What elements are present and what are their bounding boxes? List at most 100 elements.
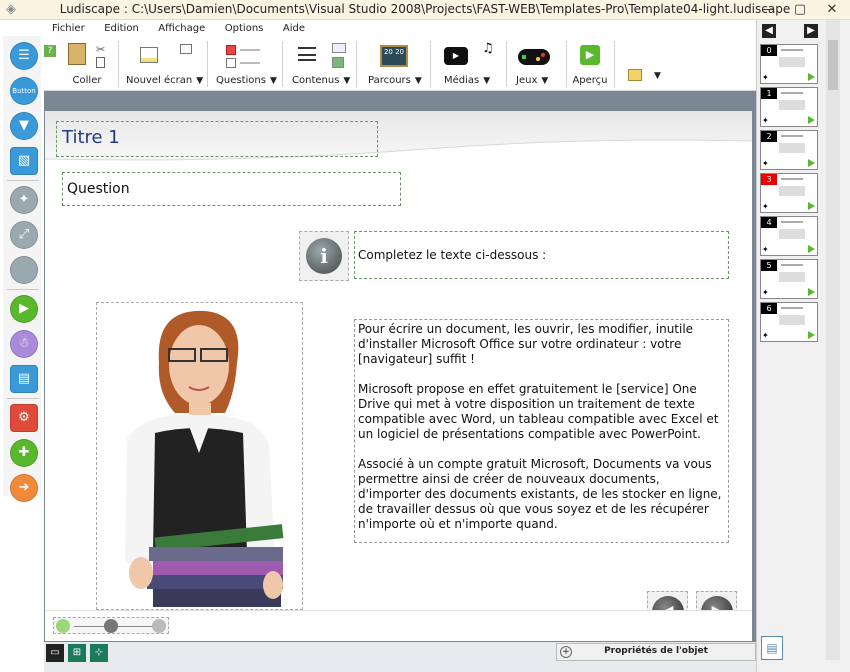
play-slide-icon[interactable] xyxy=(808,73,815,81)
play-slide-icon[interactable] xyxy=(808,202,815,210)
page-title[interactable]: Titre 1 xyxy=(62,127,120,148)
menu-aide[interactable]: Aide xyxy=(275,21,313,37)
games-button[interactable]: Jeux ▼ xyxy=(514,39,562,89)
play-slide-icon[interactable] xyxy=(808,331,815,339)
new-screen-icon xyxy=(140,47,158,63)
slide-thumbnail-2[interactable]: 2 ✦ xyxy=(760,130,818,170)
list-line-icon xyxy=(240,49,260,51)
gear-icon: ⚙ xyxy=(18,410,30,425)
questions-button[interactable]: Questions ▼ xyxy=(212,39,278,89)
gamepad-icon xyxy=(518,49,550,65)
ribbon-separator xyxy=(430,41,431,87)
toolbox-separator xyxy=(7,289,39,290)
progress-control[interactable] xyxy=(53,617,169,634)
progress-knob[interactable] xyxy=(104,619,118,633)
media-dropdown-icon[interactable]: ▼ xyxy=(483,76,490,86)
ribbon-separator xyxy=(566,41,567,87)
window-title: Ludiscape : C:\Users\Damien\Documents\Vi… xyxy=(59,2,791,16)
play-slide-icon[interactable] xyxy=(808,245,815,253)
slides-scroll-thumb[interactable] xyxy=(828,40,838,90)
checkbox-icon xyxy=(226,45,236,55)
close-button[interactable]: ✕ xyxy=(816,0,848,20)
slide-thumbnail-6[interactable]: 6 ✦ xyxy=(760,302,818,342)
question-text[interactable]: Question xyxy=(67,181,130,197)
body-text[interactable]: Pour écrire un document, les ouvrir, les… xyxy=(358,322,726,547)
wand-tool[interactable]: ✦ xyxy=(10,186,38,214)
woman-binders-image[interactable] xyxy=(96,302,303,610)
menu-options[interactable]: Options xyxy=(217,21,272,37)
menu-affichage[interactable]: Affichage xyxy=(150,21,213,37)
shape-tool[interactable] xyxy=(10,256,38,284)
image-icon xyxy=(332,57,344,68)
games-label: Jeux xyxy=(516,75,538,86)
ribbon-separator xyxy=(282,41,283,87)
marker-tool[interactable]: ▼ xyxy=(10,112,38,140)
comment-icon[interactable]: ▤ xyxy=(761,636,783,660)
slide-thumbnail-0[interactable]: 0 ✦ xyxy=(760,44,818,84)
script-button[interactable]: ▼ xyxy=(622,39,664,89)
contents-dropdown-icon[interactable]: ▼ xyxy=(343,76,350,86)
slides-next-button[interactable]: ▶ xyxy=(804,24,818,38)
puzzle-tool[interactable]: ✚ xyxy=(10,439,38,467)
games-dropdown-icon[interactable]: ▼ xyxy=(541,76,548,86)
pin-icon: ✦ xyxy=(762,73,769,82)
slides-prev-button[interactable]: ◀ xyxy=(762,24,776,38)
new-screen-dropdown-icon[interactable]: ▼ xyxy=(196,76,203,86)
slide-thumbnail-5[interactable]: 5 ✦ xyxy=(760,259,818,299)
preview-label: Aperçu xyxy=(572,75,608,86)
slide-number: 0 xyxy=(761,45,777,56)
preview-button[interactable]: ▶ Aperçu xyxy=(570,39,610,89)
next-tool[interactable]: ➜ xyxy=(10,474,38,502)
pin-icon: ✦ xyxy=(762,288,769,297)
ribbon-separator xyxy=(506,41,507,87)
slide-preview-line xyxy=(781,307,803,309)
script-dropdown-icon[interactable]: ▼ xyxy=(654,71,661,81)
maximize-button[interactable]: ▢ xyxy=(784,0,816,20)
wand-icon: ✦ xyxy=(18,192,30,207)
play-slide-icon[interactable] xyxy=(808,159,815,167)
character-tool[interactable]: ☃ xyxy=(10,330,38,358)
card-icon: ▤ xyxy=(17,371,31,386)
tree-view-icon[interactable]: ⊞ xyxy=(68,644,86,662)
card-tool[interactable]: ▤ xyxy=(10,365,38,393)
play-tool[interactable]: ▶ xyxy=(10,295,38,323)
play-slide-icon[interactable] xyxy=(808,288,815,296)
network-view-icon[interactable]: ⊹ xyxy=(90,644,108,662)
woman-illustration xyxy=(125,310,284,607)
toolbox-separator xyxy=(7,180,39,181)
slide-thumbnail-1[interactable]: 1 ✦ xyxy=(760,87,818,127)
slide-preview-block xyxy=(779,186,805,196)
button-tool[interactable]: Button xyxy=(10,77,38,105)
menu-edition[interactable]: Edition xyxy=(96,21,147,37)
paths-button[interactable]: 20 20 Parcours ▼ xyxy=(364,39,426,89)
slide-preview-line xyxy=(781,92,803,94)
contents-button[interactable]: Contenus ▼ xyxy=(288,39,352,89)
slides-scrollbar[interactable] xyxy=(826,20,840,660)
text-tool[interactable]: ☰ xyxy=(10,42,38,70)
slide-number: 1 xyxy=(761,88,777,99)
screen-view-icon[interactable]: ▭ xyxy=(46,644,64,662)
music-note-icon: ♫ xyxy=(482,41,494,56)
minimize-button[interactable]: — xyxy=(752,0,784,20)
paths-dropdown-icon[interactable]: ▼ xyxy=(415,76,422,86)
copy-icon xyxy=(96,57,105,68)
resize-tool[interactable]: ⤢ xyxy=(10,221,38,249)
menu-fichier[interactable]: Fichier xyxy=(44,21,93,37)
play-icon: ▶ xyxy=(19,301,29,316)
paste-button[interactable]: ✂ Coller xyxy=(64,39,110,89)
new-screen-button[interactable]: Nouvel écran ▼ xyxy=(124,39,204,89)
slide-thumbnail-4[interactable]: 4 ✦ xyxy=(760,216,818,256)
questions-dropdown-icon[interactable]: ▼ xyxy=(270,76,277,86)
slide-preview-line xyxy=(781,135,803,137)
settings-tool[interactable]: ⚙ xyxy=(10,404,38,432)
video-play-icon: ▶ xyxy=(444,47,468,65)
slide-thumbnail-3[interactable]: 3 ✦ xyxy=(760,173,818,213)
media-button[interactable]: ▶ ♫ Médias ▼ xyxy=(440,39,502,89)
media-label: Médias xyxy=(444,75,480,86)
image-tool[interactable]: ▧ xyxy=(10,147,38,175)
help-icon[interactable]: ? xyxy=(44,45,56,57)
instruction-text[interactable]: Completez le texte ci-dessous : xyxy=(358,248,546,262)
pin-icon: ✦ xyxy=(762,116,769,125)
left-toolbox: ☰ Button ▼ ▧ ✦ ⤢ ▶ ☃ ▤ ⚙ ✚ ➜ xyxy=(3,36,41,502)
play-slide-icon[interactable] xyxy=(808,116,815,124)
